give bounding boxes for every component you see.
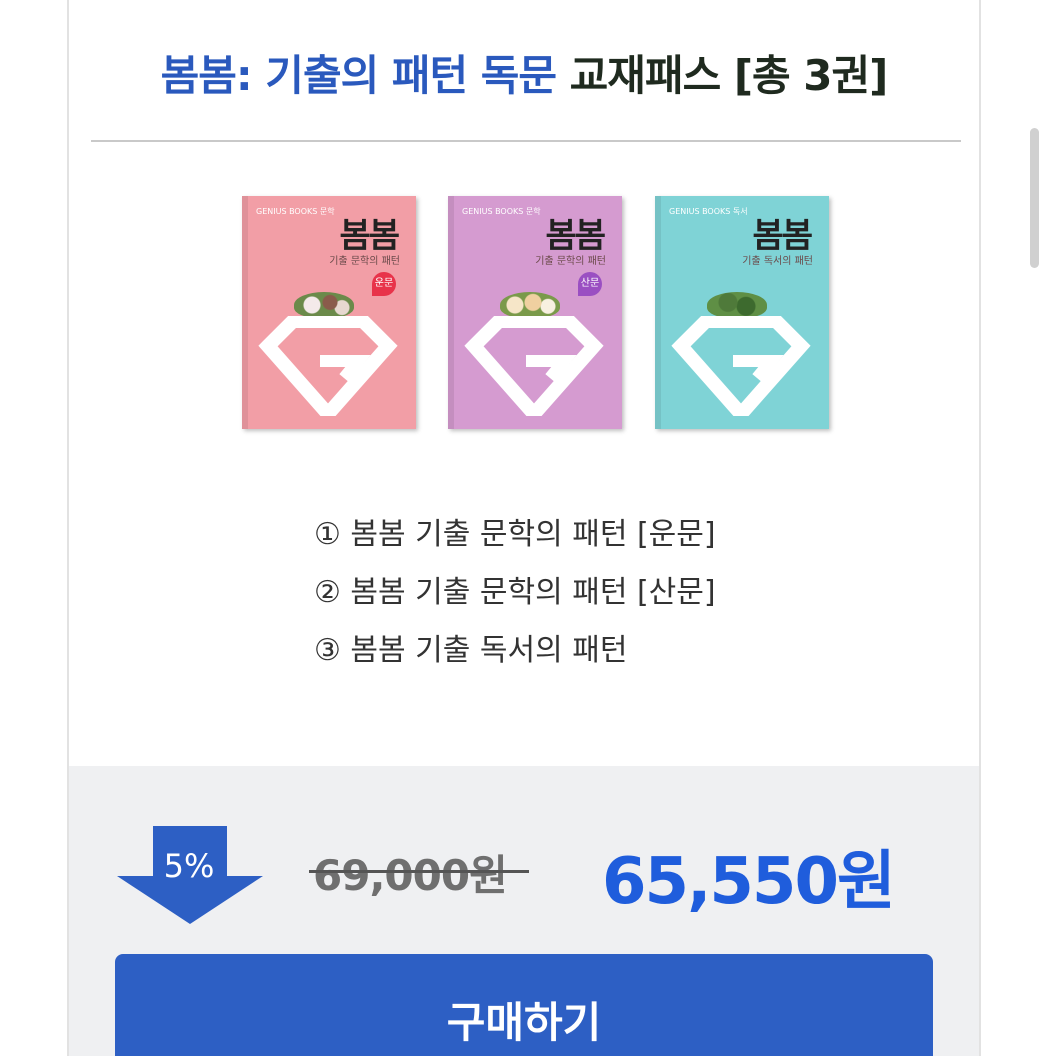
book-subtitle: 기출 독서의 패턴 xyxy=(742,256,813,267)
list-item: ③ 봄봄 기출 독서의 패턴 xyxy=(314,633,628,668)
book-title: 봄봄 xyxy=(752,216,813,256)
book-spine xyxy=(242,196,248,429)
title-highlight: 봄봄: 기출의 패턴 독문 xyxy=(160,51,557,100)
book-title: 봄봄 xyxy=(545,216,606,256)
book-spine xyxy=(448,196,454,429)
sale-price: 65,550원 xyxy=(602,845,896,919)
book-subtitle: 기출 문학의 패턴 xyxy=(535,256,606,267)
product-card: 봄봄: 기출의 패턴 독문 교재패스 [총 3권] GENIUS BOOKS 문… xyxy=(67,0,981,1056)
title-divider xyxy=(91,140,961,142)
discount-badge: 5% xyxy=(163,847,215,885)
list-item: ② 봄봄 기출 문학의 패턴 [산문] xyxy=(314,575,716,610)
book-cover-verse: GENIUS BOOKS 문학 봄봄 기출 문학의 패턴 운문 xyxy=(242,196,416,429)
book-cover-prose: GENIUS BOOKS 문학 봄봄 기출 문학의 패턴 산문 xyxy=(448,196,622,429)
book-spine xyxy=(655,196,661,429)
included-books-list: ① 봄봄 기출 문학의 패턴 [운문] ② 봄봄 기출 문학의 패턴 [산문] … xyxy=(314,506,716,680)
product-title: 봄봄: 기출의 패턴 독문 교재패스 [총 3권] xyxy=(69,42,979,103)
plant-illustration xyxy=(707,292,767,318)
scrollbar[interactable] xyxy=(1030,128,1039,268)
book-publisher: GENIUS BOOKS 문학 xyxy=(256,207,335,216)
book-subtitle: 기출 문학의 패턴 xyxy=(329,256,400,267)
buy-button[interactable]: 구매하기 xyxy=(115,954,933,1056)
book-cover-reading: GENIUS BOOKS 독서 봄봄 기출 독서의 패턴 xyxy=(655,196,829,429)
list-item: ① 봄봄 기출 문학의 패턴 [운문] xyxy=(314,517,716,552)
title-rest: 교재패스 [총 3권] xyxy=(569,51,889,100)
book-publisher: GENIUS BOOKS 문학 xyxy=(462,207,541,216)
strikethrough-line xyxy=(309,870,529,873)
flower-illustration xyxy=(500,292,560,318)
book-tag: 운문 xyxy=(372,272,396,296)
book-publisher: GENIUS BOOKS 독서 xyxy=(669,207,748,216)
g-logo-icon xyxy=(258,316,398,416)
g-logo-icon xyxy=(464,316,604,416)
flower-illustration xyxy=(294,292,354,318)
book-tag: 산문 xyxy=(578,272,602,296)
g-logo-icon xyxy=(671,316,811,416)
book-title: 봄봄 xyxy=(339,216,400,256)
